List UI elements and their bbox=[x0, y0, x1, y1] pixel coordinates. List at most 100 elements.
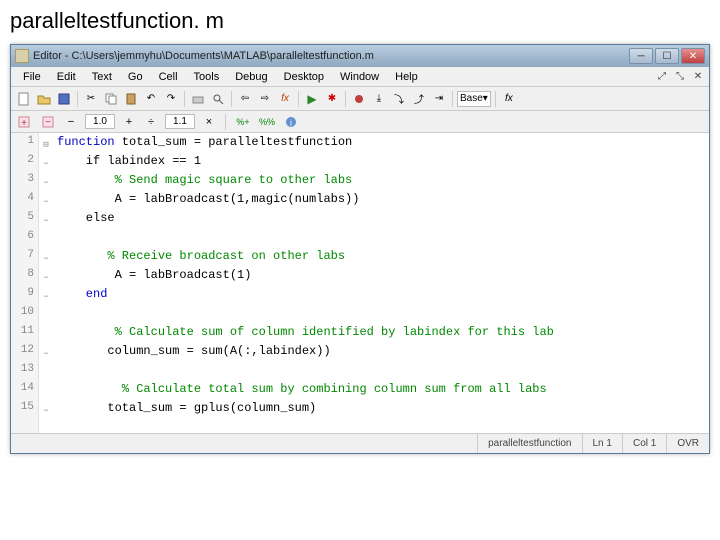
editor-window: Editor - C:\Users\jemmyhu\Documents\MATL… bbox=[10, 44, 710, 454]
line-number: 11 bbox=[11, 325, 38, 344]
code-line[interactable]: total_sum = gplus(column_sum) bbox=[53, 401, 709, 420]
line-number-gutter: 123456789101112131415 bbox=[11, 133, 39, 433]
paste-icon[interactable] bbox=[122, 90, 140, 108]
menu-debug[interactable]: Debug bbox=[227, 69, 275, 85]
fold-marker[interactable] bbox=[39, 325, 53, 344]
percent-percent-icon[interactable]: %% bbox=[258, 113, 276, 131]
line-number: 13 bbox=[11, 363, 38, 382]
code-line[interactable]: end bbox=[53, 287, 709, 306]
fold-marker[interactable]: − bbox=[39, 211, 53, 230]
dock-icon[interactable]: ⤡ bbox=[673, 70, 687, 84]
svg-text:i: i bbox=[290, 118, 292, 128]
run-section-icon[interactable]: ✱ bbox=[323, 90, 341, 108]
breakpoint-icon[interactable] bbox=[350, 90, 368, 108]
fold-marker[interactable]: − bbox=[39, 268, 53, 287]
multiply-button[interactable]: × bbox=[201, 114, 217, 130]
app-icon bbox=[15, 49, 29, 63]
increment-value-1[interactable] bbox=[85, 114, 115, 129]
cell-toolbar: + − − + ÷ × %+ %% i bbox=[11, 111, 709, 133]
toolbar-separator bbox=[77, 91, 78, 107]
run-icon[interactable]: ▶ bbox=[303, 90, 321, 108]
maximize-button[interactable]: ☐ bbox=[655, 48, 679, 64]
titlebar[interactable]: Editor - C:\Users\jemmyhu\Documents\MATL… bbox=[11, 45, 709, 67]
step-in-icon[interactable]: ⤵ bbox=[390, 90, 408, 108]
info-icon[interactable]: i bbox=[282, 113, 300, 131]
undo-icon[interactable]: ↶ bbox=[142, 90, 160, 108]
status-column: Col 1 bbox=[622, 434, 666, 453]
menu-desktop[interactable]: Desktop bbox=[276, 69, 332, 85]
code-line[interactable]: if labindex == 1 bbox=[53, 154, 709, 173]
fx-icon[interactable]: fx bbox=[276, 90, 294, 108]
line-number: 12 bbox=[11, 344, 38, 363]
code-line[interactable] bbox=[53, 363, 709, 382]
fold-marker[interactable]: − bbox=[39, 173, 53, 192]
page-title: paralleltestfunction. m bbox=[0, 0, 720, 38]
increment-button[interactable]: + bbox=[121, 114, 137, 130]
save-icon[interactable] bbox=[55, 90, 73, 108]
fx-insert-icon[interactable]: fx bbox=[500, 90, 518, 108]
new-file-icon[interactable] bbox=[15, 90, 33, 108]
toolbar-separator bbox=[231, 91, 232, 107]
fold-marker[interactable]: − bbox=[39, 154, 53, 173]
menu-file[interactable]: File bbox=[15, 69, 49, 85]
fold-marker[interactable]: − bbox=[39, 287, 53, 306]
fold-marker[interactable] bbox=[39, 230, 53, 249]
decrement-button[interactable]: − bbox=[63, 114, 79, 130]
redo-icon[interactable]: ↷ bbox=[162, 90, 180, 108]
continue-icon[interactable]: ⇥ bbox=[430, 90, 448, 108]
print-icon[interactable] bbox=[189, 90, 207, 108]
code-line[interactable]: A = labBroadcast(1,magic(numlabs)) bbox=[53, 192, 709, 211]
copy-icon[interactable] bbox=[102, 90, 120, 108]
undock-icon[interactable]: ⤢ bbox=[655, 70, 669, 84]
fold-marker[interactable] bbox=[39, 306, 53, 325]
fold-marker[interactable]: − bbox=[39, 401, 53, 420]
code-line[interactable] bbox=[53, 306, 709, 325]
increment-value-2[interactable] bbox=[165, 114, 195, 129]
code-line[interactable]: % Receive broadcast on other labs bbox=[53, 249, 709, 268]
percent-plus-icon[interactable]: %+ bbox=[234, 113, 252, 131]
code-line[interactable]: % Calculate total sum by combining colum… bbox=[53, 382, 709, 401]
status-ovr[interactable]: OVR bbox=[666, 434, 709, 453]
open-file-icon[interactable] bbox=[35, 90, 53, 108]
forward-icon[interactable]: ⇨ bbox=[256, 90, 274, 108]
fold-column[interactable]: ⊟−−−−−−−−− bbox=[39, 133, 53, 433]
step-out-icon[interactable]: ⤴ bbox=[410, 90, 428, 108]
menu-text[interactable]: Text bbox=[84, 69, 120, 85]
cell-plus-icon[interactable]: + bbox=[15, 113, 33, 131]
cut-icon[interactable]: ✂ bbox=[82, 90, 100, 108]
code-line[interactable]: column_sum = sum(A(:,labindex)) bbox=[53, 344, 709, 363]
minimize-button[interactable]: ─ bbox=[629, 48, 653, 64]
code-content[interactable]: function total_sum = paralleltestfunctio… bbox=[53, 133, 709, 433]
code-line[interactable]: function total_sum = paralleltestfunctio… bbox=[53, 135, 709, 154]
menubar: File Edit Text Go Cell Tools Debug Deskt… bbox=[11, 67, 709, 87]
toolbar-separator bbox=[345, 91, 346, 107]
code-line[interactable]: A = labBroadcast(1) bbox=[53, 268, 709, 287]
menu-window[interactable]: Window bbox=[332, 69, 387, 85]
line-number: 10 bbox=[11, 306, 38, 325]
toolbar-separator bbox=[225, 114, 226, 130]
code-line[interactable]: % Calculate sum of column identified by … bbox=[53, 325, 709, 344]
find-icon[interactable] bbox=[209, 90, 227, 108]
code-line[interactable] bbox=[53, 230, 709, 249]
close-button[interactable]: ✕ bbox=[681, 48, 705, 64]
fold-marker[interactable]: ⊟ bbox=[39, 135, 53, 154]
fold-marker[interactable]: − bbox=[39, 249, 53, 268]
menu-edit[interactable]: Edit bbox=[49, 69, 84, 85]
code-line[interactable]: % Send magic square to other labs bbox=[53, 173, 709, 192]
back-icon[interactable]: ⇦ bbox=[236, 90, 254, 108]
close-panel-icon[interactable]: ✕ bbox=[691, 70, 705, 84]
fold-marker[interactable] bbox=[39, 363, 53, 382]
stack-dropdown[interactable]: Base ▾ bbox=[457, 91, 491, 107]
fold-marker[interactable]: − bbox=[39, 344, 53, 363]
menu-go[interactable]: Go bbox=[120, 69, 151, 85]
cell-minus-icon[interactable]: − bbox=[39, 113, 57, 131]
menu-help[interactable]: Help bbox=[387, 69, 426, 85]
step-icon[interactable]: ⤓ bbox=[370, 90, 388, 108]
code-line[interactable]: else bbox=[53, 211, 709, 230]
editor-area[interactable]: 123456789101112131415 ⊟−−−−−−−−− functio… bbox=[11, 133, 709, 433]
menu-cell[interactable]: Cell bbox=[151, 69, 186, 85]
divide-button[interactable]: ÷ bbox=[143, 114, 159, 130]
fold-marker[interactable]: − bbox=[39, 192, 53, 211]
menu-tools[interactable]: Tools bbox=[186, 69, 228, 85]
fold-marker[interactable] bbox=[39, 382, 53, 401]
